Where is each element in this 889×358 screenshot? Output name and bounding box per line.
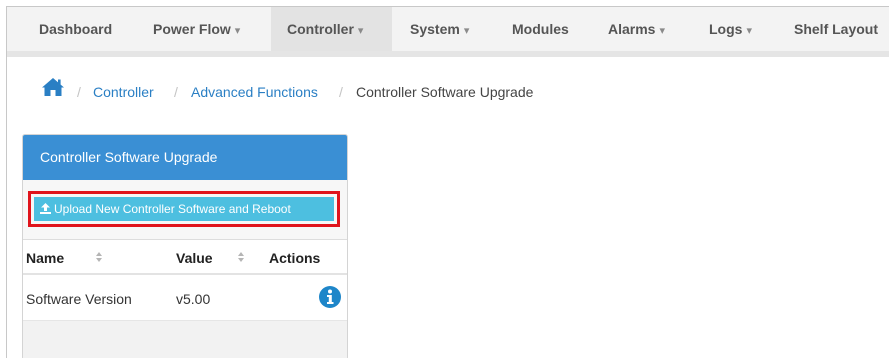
- home-icon[interactable]: [41, 77, 65, 100]
- nav-system[interactable]: System ▾: [410, 7, 469, 51]
- breadcrumb: / Controller / Advanced Functions / Cont…: [7, 77, 707, 105]
- nav-controller-label: Controller: [287, 21, 354, 37]
- row-name-cell: Software Version: [26, 291, 132, 307]
- chevron-down-icon: ▾: [659, 25, 665, 37]
- column-header-actions: Actions: [269, 250, 321, 266]
- breadcrumb-current-page: Controller Software Upgrade: [356, 84, 534, 100]
- nav-shelf-layout-label: Shelf Layout: [794, 21, 879, 37]
- nav-modules-label: Modules: [512, 21, 569, 37]
- nav-power-flow[interactable]: Power Flow ▾: [153, 7, 240, 51]
- panel-footer: [23, 320, 347, 358]
- highlight-box: Upload New Controller Software and Reboo…: [28, 191, 340, 227]
- upload-controller-software-button[interactable]: Upload New Controller Software and Reboo…: [34, 197, 334, 221]
- nav-alarms[interactable]: Alarms ▾: [608, 7, 665, 51]
- nav-controller[interactable]: Controller ▾: [271, 7, 392, 51]
- breadcrumb-separator: /: [339, 84, 343, 100]
- breadcrumb-controller-link[interactable]: Controller: [93, 84, 154, 100]
- nav-logs[interactable]: Logs ▾: [709, 7, 752, 51]
- nav-logs-label: Logs: [709, 21, 743, 37]
- sort-icon[interactable]: [95, 250, 103, 264]
- nav-dashboard-label: Dashboard: [39, 21, 113, 37]
- app-frame: Dashboard Power Flow ▾ Controller ▾ System…: [6, 6, 889, 358]
- chevron-down-icon: ▾: [746, 25, 752, 37]
- nav-modules[interactable]: Modules: [512, 7, 569, 51]
- nav-shelf-layout[interactable]: Shelf Layout: [794, 7, 878, 51]
- row-value-cell: v5.00: [176, 291, 211, 307]
- chevron-down-icon: ▾: [463, 25, 470, 37]
- breadcrumb-separator: /: [174, 84, 178, 100]
- sort-icon[interactable]: [237, 250, 245, 264]
- nav-alarms-label: Alarms: [608, 21, 656, 37]
- table-header: Name Value Actions: [23, 241, 347, 275]
- upload-icon: [40, 203, 51, 214]
- upload-button-label: Upload New Controller Software and Reboo…: [54, 202, 291, 216]
- info-icon[interactable]: [319, 286, 341, 308]
- panel-toolbar: Upload New Controller Software and Reboo…: [23, 180, 347, 240]
- column-header-name[interactable]: Name: [26, 250, 64, 266]
- panel-title: Controller Software Upgrade: [23, 135, 347, 180]
- nav-dashboard[interactable]: Dashboard: [39, 7, 112, 51]
- chevron-down-icon: ▾: [357, 25, 364, 37]
- software-upgrade-panel: Controller Software Upgrade Upload New C…: [22, 134, 348, 358]
- breadcrumb-separator: /: [77, 84, 81, 100]
- chevron-down-icon: ▾: [234, 25, 241, 37]
- breadcrumb-advanced-functions-link[interactable]: Advanced Functions: [191, 84, 318, 100]
- nav-power-flow-label: Power Flow: [153, 21, 231, 37]
- column-header-value[interactable]: Value: [176, 250, 213, 266]
- nav-system-label: System: [410, 21, 460, 37]
- top-navbar: Dashboard Power Flow ▾ Controller ▾ System…: [7, 7, 889, 57]
- table-row: Software Version v5.00: [23, 276, 347, 320]
